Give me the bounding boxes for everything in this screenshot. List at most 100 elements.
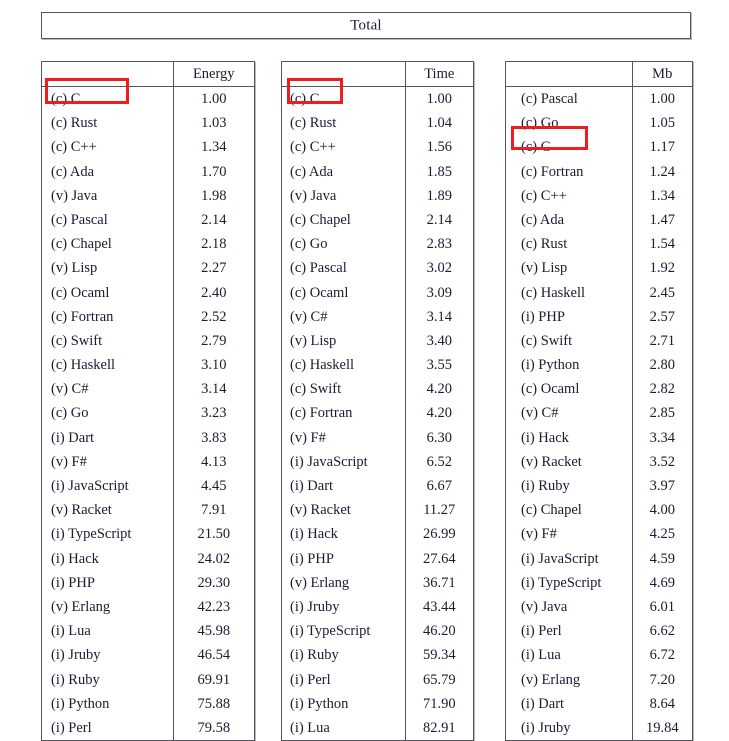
language-cell: (i) Dart [506, 691, 633, 717]
language-cell: (c) Swift [282, 377, 406, 402]
language-cell: (c) Ada [42, 159, 174, 184]
value-cell: 2.27 [201, 260, 227, 277]
table-row: (i) Python 2.80 [506, 353, 692, 378]
value-cell: 3.09 [426, 284, 452, 301]
value-cell: 2.80 [649, 357, 675, 374]
table-row: (c) Rust 1.04 [282, 111, 473, 136]
value-cell: 1.05 [649, 115, 675, 132]
language-cell: (c) C++ [506, 183, 633, 209]
language-cell: (c) Haskell [42, 353, 174, 378]
table-row: (c) Chapel 4.00 [506, 498, 692, 523]
value-cell: 3.83 [201, 429, 227, 446]
language-cell: (i) JavaScript [282, 450, 406, 475]
language-cell: (v) Java [42, 183, 174, 209]
value-cell: 4.25 [649, 526, 675, 543]
table-row: (i) Python 75.88 [42, 691, 254, 717]
table-row: (c) Haskell 3.10 [42, 353, 254, 378]
value-cell: 1.92 [649, 260, 675, 277]
table-row: (v) Lisp 3.40 [282, 329, 473, 354]
value-cell: 2.14 [201, 211, 227, 228]
table-row: (i) Lua 6.72 [506, 643, 692, 668]
language-cell: (v) Erlang [282, 570, 406, 596]
value-cell: 1.00 [426, 91, 452, 108]
language-cell: (v) Java [282, 183, 406, 209]
value-cell: 6.30 [426, 429, 452, 446]
table-row: (i) Lua 45.98 [42, 619, 254, 644]
value-cell: 46.20 [422, 623, 456, 640]
language-cell: (v) Racket [42, 498, 174, 523]
value-cell: 36.71 [422, 574, 456, 591]
table-row: (i) Dart 8.64 [506, 691, 692, 717]
language-cell: (i) TypeScript [282, 619, 406, 644]
table-row: (c) Haskell 2.45 [506, 280, 692, 305]
language-cell: (i) TypeScript [42, 522, 174, 547]
language-cell: (i) Jruby [506, 716, 633, 741]
value-cell: 1.47 [649, 211, 675, 228]
language-cell: (i) Hack [42, 546, 174, 571]
value-cell: 29.30 [197, 574, 231, 591]
language-cell: (c) Swift [42, 329, 174, 354]
table-row: (i) PHP 27.64 [282, 546, 473, 571]
table-row: (c) Ocaml 3.09 [282, 280, 473, 305]
value-cell: 2.71 [649, 332, 675, 349]
language-cell: (v) C# [506, 401, 633, 426]
mb-name-header [506, 62, 633, 88]
value-cell: 2.83 [426, 236, 452, 253]
page-title: Total [350, 17, 382, 33]
value-cell: 1.54 [649, 236, 675, 253]
table-row: (c) Chapel 2.14 [282, 208, 473, 233]
mb-value-header: Mb [632, 62, 692, 88]
table-row: (i) Ruby 59.34 [282, 643, 473, 668]
value-cell: 21.50 [197, 526, 231, 543]
table-row: (i) TypeScript 46.20 [282, 619, 473, 644]
value-cell: 24.02 [197, 550, 231, 567]
table-row: (i) Hack 3.34 [506, 425, 692, 450]
language-cell: (c) Ocaml [42, 280, 174, 305]
language-cell: (i) Perl [282, 667, 406, 692]
value-cell: 46.54 [197, 647, 231, 664]
value-cell: 4.59 [649, 550, 675, 567]
table-row: (c) Swift 4.20 [282, 377, 473, 402]
mb-table-head: Mb [506, 62, 692, 88]
value-cell: 3.02 [426, 260, 452, 277]
table-row: (i) JavaScript 4.59 [506, 546, 692, 571]
language-cell: (i) Dart [42, 425, 174, 450]
table-row: (i) Ruby 69.91 [42, 667, 254, 692]
language-cell: (c) Ocaml [506, 377, 633, 402]
language-cell: (i) Dart [282, 474, 406, 499]
table-row: (c) Chapel 2.18 [42, 232, 254, 257]
language-cell: (i) Perl [506, 619, 633, 644]
language-cell: (c) Pascal [282, 256, 406, 281]
table-row: (i) Jruby 46.54 [42, 643, 254, 668]
value-cell: 42.23 [197, 598, 231, 615]
table-row: (c) C 1.00 [282, 86, 473, 112]
value-cell: 1.00 [201, 91, 227, 108]
table-row: (v) C# 3.14 [282, 304, 473, 330]
language-cell: (v) F# [282, 425, 406, 450]
table-row: (c) Pascal 2.14 [42, 208, 254, 233]
value-cell: 3.14 [201, 381, 227, 398]
language-cell: (c) Pascal [506, 86, 633, 112]
language-cell: (v) Java [506, 595, 633, 620]
energy-ranking-table: Energy (c) C 1.00 (c) Rust 1.03 (c) C++ 1.34(… [41, 61, 255, 741]
value-cell: 2.57 [649, 308, 675, 325]
language-cell: (v) Lisp [506, 256, 633, 281]
language-cell: (i) Ruby [42, 667, 174, 692]
table-row: (c) Go 3.23 [42, 401, 254, 426]
table-row: (i) TypeScript 21.50 [42, 522, 254, 547]
table-row: (c) Fortran 1.24 [506, 159, 692, 184]
table-row: (v) Java 1.98 [42, 183, 254, 209]
energy-value-header: Energy [173, 62, 254, 88]
table-row: (v) F# 6.30 [282, 425, 473, 450]
language-cell: (c) Haskell [282, 353, 406, 378]
language-cell: (c) Fortran [282, 401, 406, 426]
table-row: (v) Racket 11.27 [282, 498, 473, 523]
table-row: (v) Lisp 2.27 [42, 256, 254, 281]
time-grid: Time (c) C 1.00 (c) Rust 1.04 (c) C++ 1.56 (c)… [282, 62, 473, 741]
language-cell: (i) JavaScript [42, 474, 174, 499]
table-row: (c) Haskell 3.55 [282, 353, 473, 378]
language-cell: (i) PHP [282, 546, 406, 571]
mb-ranking-table: Mb (c) Pascal 1.00 (c) Go 1.05 (c) C 1.17 (c) … [505, 61, 693, 741]
mb-table-body: (c) Pascal 1.00 (c) Go 1.05 (c) C 1.17 (c) For… [506, 86, 692, 741]
table-row: (i) JavaScript 6.52 [282, 450, 473, 475]
